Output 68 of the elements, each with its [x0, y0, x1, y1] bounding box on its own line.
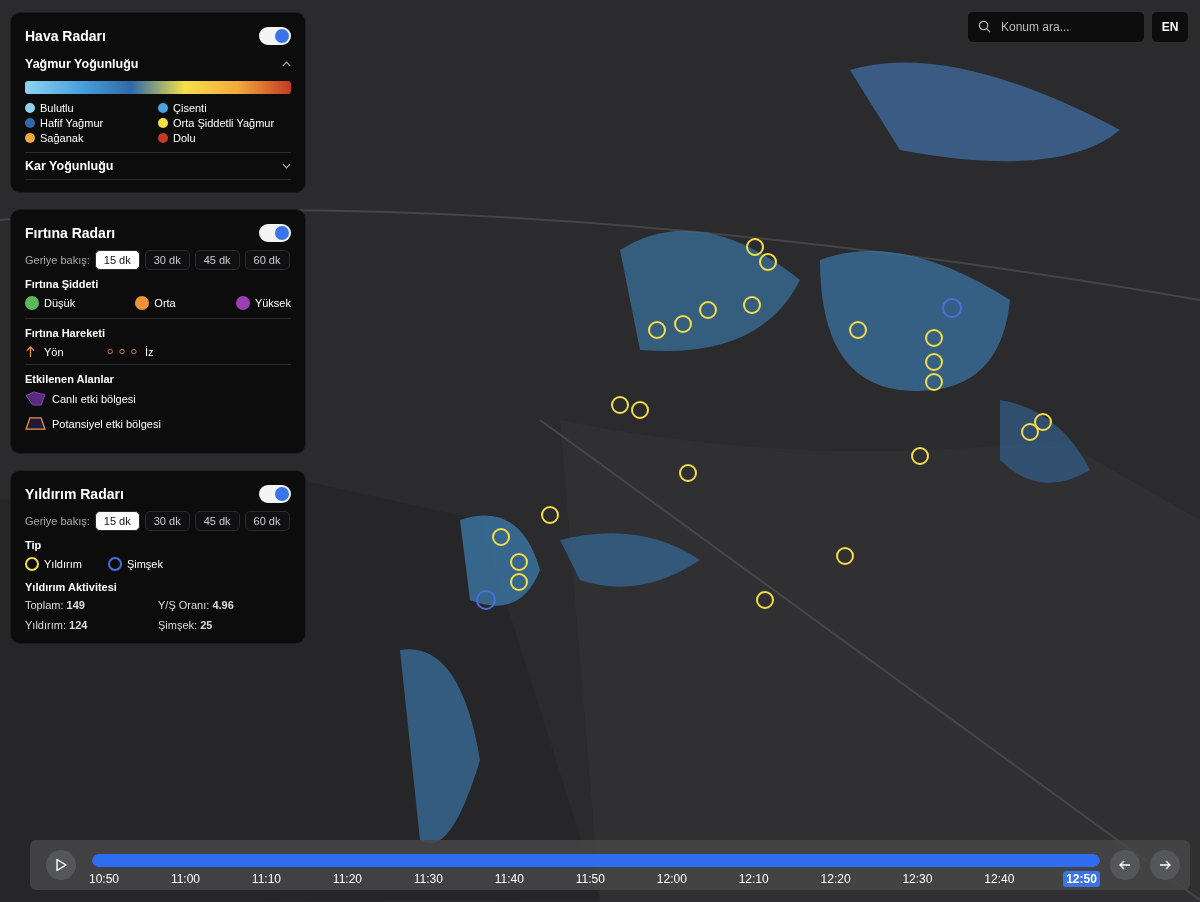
legend-label: Düşük — [44, 297, 76, 309]
lookback-option[interactable]: 30 dk — [144, 250, 190, 270]
stat-text: Şimşek: 25 — [158, 619, 214, 631]
play-icon — [54, 858, 68, 872]
toggle-switch[interactable] — [259, 485, 291, 503]
legend-label: Orta — [154, 297, 176, 309]
arrow-left-icon — [1118, 858, 1132, 872]
time-label[interactable]: 12:50 — [1063, 870, 1100, 887]
toggle-switch[interactable] — [259, 224, 291, 242]
panel-title: Fırtına Radarı — [25, 225, 116, 241]
legend-label: Canlı etki bölgesi — [52, 392, 136, 405]
section-title: Etkilenen Alanlar — [25, 373, 115, 385]
lookback-option[interactable]: 15 dk — [94, 511, 140, 531]
search-field[interactable]: Konum ara... — [968, 12, 1144, 42]
time-label[interactable]: 12:00 — [653, 870, 690, 887]
legend-label: Şimşek — [126, 558, 163, 570]
time-label[interactable]: 12:40 — [981, 870, 1018, 887]
time-label[interactable]: 11:40 — [491, 870, 527, 887]
previous-button[interactable] — [1110, 850, 1140, 880]
lookback-label: Geriye bakış: — [25, 515, 90, 527]
stat-text: Toplam: 149 — [25, 599, 86, 611]
section-title: Yıldırım Aktivitesi — [25, 581, 118, 593]
next-button[interactable] — [1150, 850, 1180, 880]
arrow-up-icon — [25, 345, 36, 358]
legend-label: Yüksek — [254, 297, 291, 309]
time-label[interactable]: 10:50 — [86, 870, 123, 887]
language-button[interactable]: EN — [1152, 12, 1188, 42]
time-label[interactable]: 11:50 — [572, 870, 608, 887]
lookback-option[interactable]: 60 dk — [244, 250, 290, 270]
toggle-switch[interactable] — [259, 27, 291, 45]
lookback-option[interactable]: 30 dk — [144, 511, 190, 531]
time-label[interactable]: 11:30 — [410, 870, 446, 887]
legend-label: Bulutlu — [40, 102, 74, 114]
legend-label: Çisenti — [173, 102, 207, 114]
lookback-label: Geriye bakış: — [25, 254, 90, 266]
time-label[interactable]: 12:30 — [899, 870, 936, 887]
time-label[interactable]: 11:10 — [248, 870, 284, 887]
lookback-option[interactable]: 15 dk — [94, 250, 140, 270]
stat-text: Yıldırım: 124 — [25, 619, 89, 631]
time-label[interactable]: 12:20 — [817, 870, 854, 887]
legend-label: Orta Şiddetli Yağmur — [173, 117, 275, 129]
pentagon-icon — [25, 391, 46, 406]
legend-label: Yıldırım — [44, 558, 82, 570]
legend-label: Yön — [44, 345, 65, 358]
legend-label: Dolu — [173, 132, 196, 144]
time-label[interactable]: 11:00 — [167, 870, 203, 887]
accordion-header[interactable]: Yağmur Yoğunluğu — [25, 53, 291, 75]
trapezoid-icon — [25, 416, 46, 431]
search-icon — [978, 20, 991, 33]
time-label[interactable]: 12:10 — [735, 870, 772, 887]
lookback-option[interactable]: 45 dk — [194, 250, 240, 270]
section-title: Fırtına Hareketi — [25, 327, 107, 339]
lookback-option[interactable]: 45 dk — [194, 511, 240, 531]
panel-title: Hava Radarı — [25, 28, 106, 44]
track-dots-icon — [107, 348, 137, 355]
arrow-right-icon — [1158, 858, 1172, 872]
legend-label: İz — [145, 345, 154, 358]
stat-text: Y/Ş Oranı: 4.96 — [158, 599, 235, 611]
play-button[interactable] — [46, 850, 76, 880]
accordion-header[interactable]: Kar Yoğunluğu — [25, 152, 291, 180]
lookback-option[interactable]: 60 dk — [244, 511, 290, 531]
section-title: Fırtına Şiddeti — [25, 278, 100, 290]
legend-label: Potansiyel etki bölgesi — [52, 417, 161, 430]
panel-title: Yıldırım Radarı — [25, 486, 124, 502]
legend-label: Sağanak — [40, 132, 84, 144]
time-label[interactable]: 11:20 — [329, 870, 365, 887]
legend-label: Hafif Yağmur — [40, 117, 104, 129]
section-title: Tip — [25, 539, 43, 551]
